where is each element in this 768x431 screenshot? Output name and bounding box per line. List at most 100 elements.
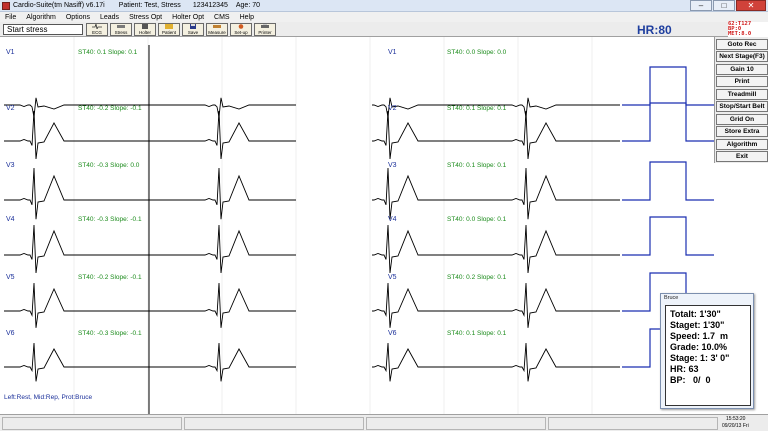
setup-icon bbox=[238, 24, 244, 29]
menu-file[interactable]: File bbox=[0, 14, 21, 21]
bruce-panel-title: Bruce bbox=[664, 295, 679, 301]
ecg-trace-right bbox=[372, 167, 620, 220]
ecg-trace-right bbox=[372, 110, 620, 160]
menu-help[interactable]: Help bbox=[235, 14, 259, 21]
calibration-pulse bbox=[622, 161, 714, 201]
st-label-left-v1: ST40: 0.1 Slope: 0.1 bbox=[78, 49, 138, 56]
patient-button[interactable]: Patient bbox=[158, 23, 180, 36]
ecg-trace-right bbox=[372, 282, 620, 328]
minimize-icon[interactable]: – bbox=[690, 0, 712, 11]
ecg-trace-left bbox=[4, 97, 296, 118]
calibration-pulse bbox=[622, 216, 714, 256]
bruce-speed: Speed: 1.7 m bbox=[670, 331, 729, 341]
lead-label-left-v2: V2 bbox=[6, 105, 15, 112]
vitals-readout: 62:T127 BP:0 MET:8.0 bbox=[728, 21, 768, 37]
stress-button-label: Stress bbox=[114, 30, 128, 35]
status-segment bbox=[548, 417, 718, 430]
holter-icon bbox=[142, 24, 148, 29]
ecg-button[interactable]: ECG bbox=[86, 23, 108, 36]
ecg-trace-right bbox=[372, 224, 620, 274]
lead-label-right-v6: V6 bbox=[388, 330, 397, 337]
treadmill-button[interactable]: Treadmill bbox=[716, 89, 768, 100]
bruce-stage: Stage: 1: 3' 0" bbox=[670, 353, 730, 363]
toolbar: Start stress ECG Stress Holter Patient S… bbox=[0, 22, 768, 37]
next-stage-button[interactable]: Next Stage(F3) bbox=[716, 51, 768, 62]
status-input[interactable]: Start stress bbox=[3, 24, 83, 35]
calibration-pulse bbox=[622, 102, 714, 142]
goto-rec-button[interactable]: Goto Rec bbox=[716, 39, 768, 50]
ecg-icon bbox=[92, 24, 102, 29]
printer-button[interactable]: Printer bbox=[254, 23, 276, 36]
bruce-stage-time: Staget: 1'30" bbox=[670, 320, 725, 330]
status-segment bbox=[366, 417, 546, 430]
st-label-right-v4: ST40: 0.0 Slope: 0.1 bbox=[447, 216, 507, 223]
menu-algorithm[interactable]: Algorithm bbox=[21, 14, 61, 21]
printer-button-label: Printer bbox=[258, 30, 272, 35]
algorithm-button[interactable]: Algorithm bbox=[716, 139, 768, 150]
save-icon bbox=[190, 24, 196, 29]
menu-cms[interactable]: CMS bbox=[209, 14, 235, 21]
st-label-left-v5: ST40: -0.2 Slope: -0.1 bbox=[78, 274, 142, 281]
bruce-total-time: Totalt: 1'30" bbox=[670, 309, 721, 319]
patient-age: Age: 70 bbox=[235, 2, 260, 9]
patient-id: 123412345 bbox=[192, 2, 228, 9]
patient-name: Patient: Test, Stress bbox=[118, 2, 181, 9]
lead-label-right-v3: V3 bbox=[388, 162, 397, 169]
side-button-panel: Goto Rec Next Stage(F3) Gain 10 Print Tr… bbox=[714, 37, 768, 163]
holter-button[interactable]: Holter bbox=[134, 23, 156, 36]
holter-button-label: Holter bbox=[138, 30, 151, 35]
lead-label-right-v4: V4 bbox=[388, 216, 397, 223]
patient-icon bbox=[165, 24, 173, 29]
ecg-display[interactable]: V1 ST40: 0.1 Slope: 0.1 V2 ST40: -0.2 Sl… bbox=[0, 37, 714, 414]
status-segment bbox=[2, 417, 182, 430]
st-label-right-v3: ST40: 0.1 Slope: 0.1 bbox=[447, 162, 507, 169]
setup-button-label: Set-up bbox=[234, 30, 248, 35]
title-bar: Cardio-Suite(tm Nasiff) v6.17i Patient: … bbox=[0, 0, 768, 12]
stop-start-belt-button[interactable]: Stop/Start Belt bbox=[716, 101, 768, 112]
store-extra-button[interactable]: Store Extra bbox=[716, 126, 768, 137]
status-segment bbox=[184, 417, 364, 430]
st-label-left-v6: ST40: -0.3 Slope: -0.1 bbox=[78, 330, 142, 337]
menu-options[interactable]: Options bbox=[61, 14, 95, 21]
menu-holter-opt[interactable]: Holter Opt bbox=[167, 14, 209, 21]
heart-rate-display: HR:80 bbox=[637, 23, 672, 37]
stress-button[interactable]: Stress bbox=[110, 23, 132, 36]
ecg-trace-left bbox=[4, 224, 296, 274]
status-bar: 15:53:20 09/20/13 Fri bbox=[0, 414, 768, 431]
app-icon bbox=[2, 1, 10, 10]
ecg-trace-left bbox=[4, 167, 296, 220]
window-controls: – □ ✕ bbox=[689, 0, 766, 12]
bruce-bp: BP: 0/ 0 bbox=[670, 375, 711, 385]
calibration-pulse bbox=[622, 66, 714, 106]
ecg-trace-left bbox=[4, 342, 296, 382]
lead-label-left-v4: V4 bbox=[6, 216, 15, 223]
lead-label-right-v5: V5 bbox=[388, 274, 397, 281]
ecg-trace-right bbox=[372, 342, 620, 382]
st-label-right-v6: ST40: 0.1 Slope: 0.1 bbox=[447, 330, 507, 337]
measure-button-label: Measure bbox=[208, 30, 226, 35]
setup-button[interactable]: Set-up bbox=[230, 23, 252, 36]
patient-button-label: Patient bbox=[161, 30, 176, 35]
save-button-label: Save bbox=[187, 30, 199, 35]
save-button[interactable]: Save bbox=[182, 23, 204, 36]
lead-label-left-v1: V1 bbox=[6, 49, 15, 56]
ecg-traces bbox=[4, 37, 714, 414]
lead-label-left-v6: V6 bbox=[6, 330, 15, 337]
measure-button[interactable]: Measure bbox=[206, 23, 228, 36]
protocol-label: Left:Rest, Mid:Rep, Prot:Bruce bbox=[4, 394, 93, 401]
lead-label-left-v3: V3 bbox=[6, 162, 15, 169]
menu-leads[interactable]: Leads bbox=[95, 14, 124, 21]
maximize-icon[interactable]: □ bbox=[713, 0, 735, 11]
clock-date: 09/20/13 Fri bbox=[722, 423, 749, 429]
grid-on-button[interactable]: Grid On bbox=[716, 114, 768, 125]
menu-bar: File Algorithm Options Leads Stress Opt … bbox=[0, 12, 768, 22]
gain-button[interactable]: Gain 10 bbox=[716, 64, 768, 75]
bruce-protocol-panel[interactable]: Bruce Totalt: 1'30" Staget: 1'30" Speed:… bbox=[660, 293, 754, 409]
st-label-right-v1: ST40: 0.0 Slope: 0.0 bbox=[447, 49, 507, 56]
exit-button[interactable]: Exit bbox=[716, 151, 768, 162]
close-icon[interactable]: ✕ bbox=[736, 0, 766, 11]
ecg-trace-left bbox=[4, 282, 296, 328]
menu-stress-opt[interactable]: Stress Opt bbox=[124, 14, 167, 21]
print-button[interactable]: Print bbox=[716, 76, 768, 87]
bruce-stats: Totalt: 1'30" Staget: 1'30" Speed: 1.7 m… bbox=[665, 305, 751, 406]
